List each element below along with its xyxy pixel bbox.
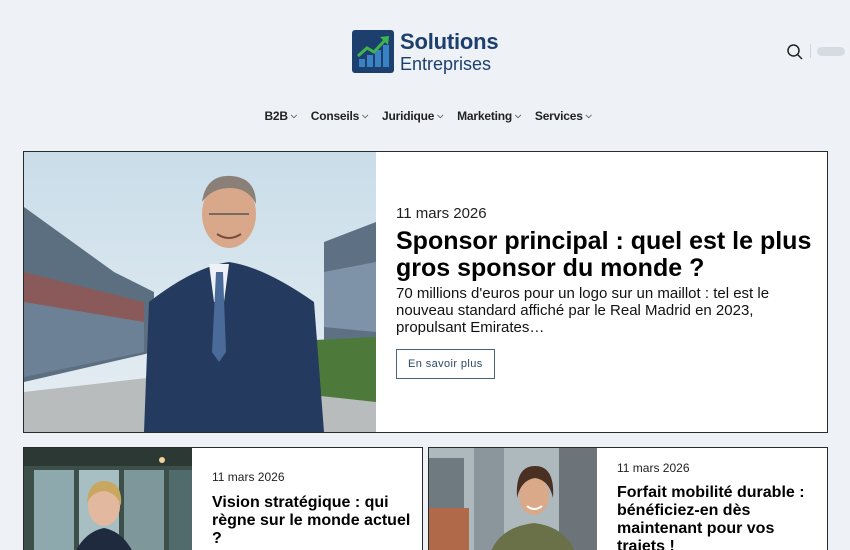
chevron-down-icon: ⌵ bbox=[290, 111, 297, 120]
nav-item-label: Services bbox=[534, 109, 583, 123]
theme-toggle[interactable] bbox=[817, 47, 845, 56]
header-divider bbox=[810, 44, 811, 58]
article-card-image[interactable] bbox=[24, 448, 192, 550]
site-logo[interactable]: Solutions Entreprises bbox=[352, 28, 499, 74]
article-title[interactable]: Forfait mobilité durable : bénéficiez-en… bbox=[617, 484, 817, 550]
logo-chart-icon bbox=[352, 30, 394, 73]
logo-tagline: Entreprises bbox=[400, 53, 492, 74]
article-date: 11 mars 2026 bbox=[212, 470, 285, 484]
logo-name: Solutions bbox=[400, 28, 499, 54]
article-date: 11 mars 2026 bbox=[396, 205, 487, 222]
article-excerpt: 70 millions d'euros pour un logo sur un … bbox=[396, 285, 770, 336]
article-date: 11 mars 2026 bbox=[617, 461, 690, 475]
nav-item-marketing[interactable]: Marketing ⌵ bbox=[457, 109, 521, 123]
search-icon[interactable] bbox=[786, 43, 804, 61]
nav-item-label: Marketing bbox=[457, 109, 513, 123]
featured-article-image[interactable] bbox=[24, 152, 376, 432]
nav-item-conseils[interactable]: Conseils ⌵ bbox=[311, 109, 368, 123]
nav-item-label: Juridique bbox=[382, 109, 435, 123]
featured-article: 11 mars 2026 Sponsor principal : quel es… bbox=[23, 151, 828, 433]
article-card-image[interactable] bbox=[429, 448, 597, 550]
nav-item-label: Conseils bbox=[310, 109, 360, 123]
nav-item-b2b[interactable]: B2B ⌵ bbox=[264, 109, 296, 123]
nav-item-label: B2B bbox=[264, 109, 288, 123]
article-card-body: 11 mars 2026 Forfait mobilité durable : … bbox=[597, 448, 827, 550]
article-title[interactable]: Sponsor principal : quel est le plus gro… bbox=[396, 228, 817, 282]
main-nav: B2B ⌵ Conseils ⌵ Juridique ⌵ Marketing ⌵… bbox=[0, 109, 850, 123]
chevron-down-icon: ⌵ bbox=[362, 111, 369, 120]
nav-item-services[interactable]: Services ⌵ bbox=[535, 109, 592, 123]
chevron-down-icon: ⌵ bbox=[437, 111, 444, 120]
article-title[interactable]: Vision stratégique : qui règne sur le mo… bbox=[212, 494, 412, 548]
chevron-down-icon: ⌵ bbox=[585, 111, 592, 120]
read-more-button[interactable]: En savoir plus bbox=[396, 349, 495, 379]
chevron-down-icon: ⌵ bbox=[515, 111, 521, 120]
featured-article-body: 11 mars 2026 Sponsor principal : quel es… bbox=[376, 152, 827, 432]
article-card: 11 mars 2026 Vision stratégique : qui rè… bbox=[23, 447, 423, 550]
article-card-body: 11 mars 2026 Vision stratégique : qui rè… bbox=[192, 448, 422, 550]
nav-item-juridique[interactable]: Juridique ⌵ bbox=[382, 109, 443, 123]
article-card: 11 mars 2026 Forfait mobilité durable : … bbox=[428, 447, 828, 550]
